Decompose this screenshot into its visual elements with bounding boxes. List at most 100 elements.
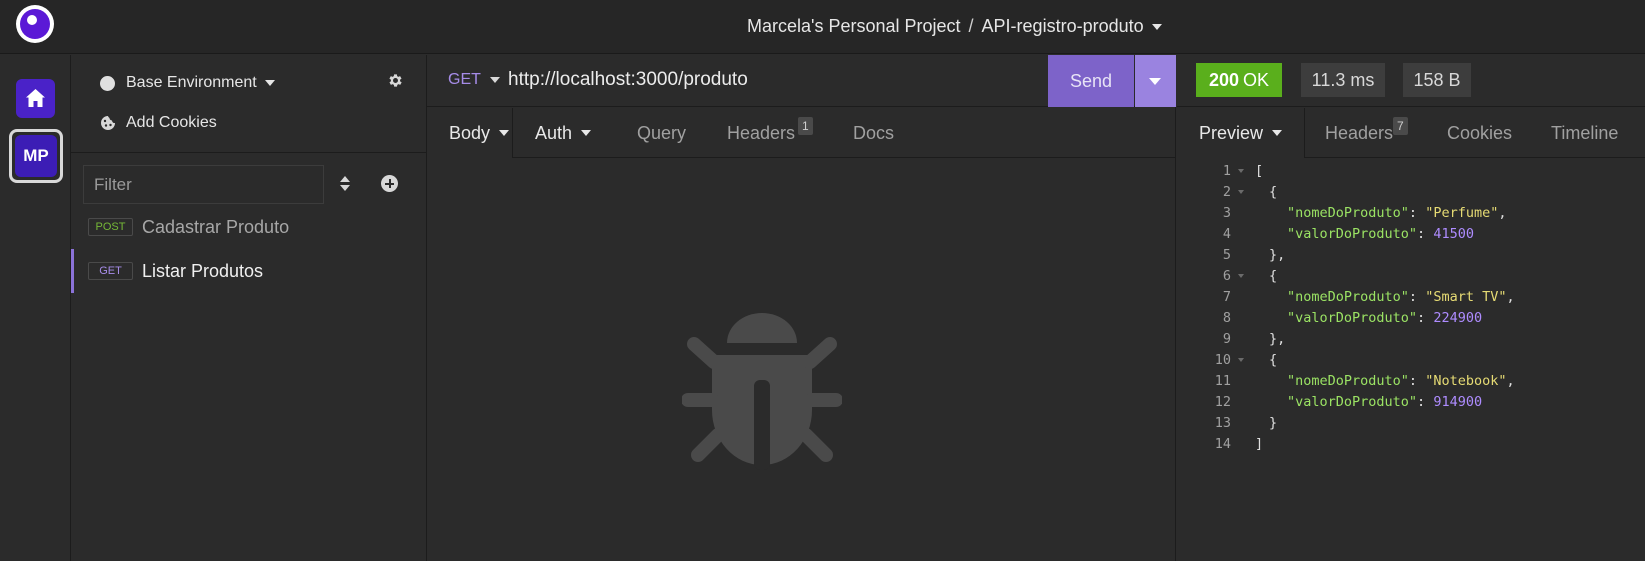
chevron-down-icon[interactable] <box>1151 24 1162 31</box>
plus-circle-icon[interactable] <box>381 175 398 192</box>
code-line: 1[ <box>1177 161 1645 182</box>
tab-label: Query <box>637 122 687 143</box>
tab-query[interactable]: Query <box>637 108 686 158</box>
environment-color-icon <box>100 75 115 91</box>
method-badge: GET <box>88 262 133 280</box>
line-number: 2 <box>1222 184 1231 200</box>
method-badge: POST <box>88 218 133 236</box>
code-line: 11 "nomeDoProduto": "Notebook", <box>1177 371 1645 392</box>
fold-arrow-icon[interactable] <box>1238 190 1244 194</box>
response-pane: 200 OK 11.3 ms 158 B Preview Headers 7 Co… <box>1177 55 1645 561</box>
request-pane: GET http://localhost:3000/produto Send B… <box>427 55 1176 561</box>
line-number: 9 <box>1222 331 1231 347</box>
tab-label: Timeline <box>1551 122 1619 143</box>
json-key: "valorDoProduto" <box>1287 226 1418 242</box>
bug-icon <box>682 313 842 470</box>
tab-label: Headers <box>727 122 796 143</box>
add-cookies-button[interactable]: Add Cookies <box>100 113 217 133</box>
request-name: Listar Produtos <box>142 260 264 281</box>
line-number: 8 <box>1222 310 1231 326</box>
response-body-viewer[interactable]: 1[ 2{ 3 "nomeDoProduto": "Perfume", 4 "val… <box>1177 161 1645 455</box>
workspace-initials: MP <box>15 135 57 177</box>
code-line: 13} <box>1177 413 1645 434</box>
code-line: 14] <box>1177 434 1645 455</box>
method-selector[interactable]: GET <box>448 71 500 89</box>
json-key: "nomeDoProduto" <box>1287 205 1409 221</box>
tab-body[interactable]: Body <box>449 108 510 158</box>
count-badge: 1 <box>798 117 813 135</box>
chevron-down-icon <box>1272 130 1283 136</box>
chevron-down-icon <box>489 77 500 83</box>
code-line: 9}, <box>1177 329 1645 350</box>
workspace-avatar-button[interactable]: MP <box>9 129 63 183</box>
line-number: 1 <box>1222 163 1231 179</box>
tab-preview[interactable]: Preview <box>1199 108 1283 158</box>
tab-auth[interactable]: Auth <box>535 108 592 158</box>
top-bar: Marcela's Personal Project / API-registro-… <box>0 0 1645 54</box>
response-status-bar: 200 OK 11.3 ms 158 B <box>1177 55 1645 107</box>
status-text: OK <box>1243 70 1270 90</box>
fold-arrow-icon[interactable] <box>1238 358 1244 362</box>
home-icon <box>26 89 45 107</box>
code-line: 8 "valorDoProduto": 224900 <box>1177 308 1645 329</box>
tab-cookies[interactable]: Cookies <box>1447 108 1512 158</box>
gear-icon[interactable] <box>387 72 404 89</box>
insomnia-logo-icon[interactable] <box>16 5 54 43</box>
tab-response-headers[interactable]: Headers 7 <box>1325 108 1408 158</box>
tab-label: Preview <box>1199 122 1264 143</box>
request-item-cadastrar-produto[interactable]: POST Cadastrar Produto <box>71 205 427 249</box>
tab-headers[interactable]: Headers 1 <box>727 108 813 158</box>
tab-label: Headers <box>1325 122 1394 143</box>
line-number: 3 <box>1222 205 1231 221</box>
add-cookies-label: Add Cookies <box>126 114 217 131</box>
json-key: "valorDoProduto" <box>1287 394 1418 410</box>
line-number: 6 <box>1222 268 1231 284</box>
fold-arrow-icon[interactable] <box>1238 169 1244 173</box>
send-button[interactable]: Send <box>1048 55 1134 107</box>
json-string: "Smart TV" <box>1425 289 1507 305</box>
collection-name[interactable]: API-registro-produto <box>982 16 1144 36</box>
line-number: 12 <box>1214 394 1231 410</box>
code-line: 4 "valorDoProduto": 41500 <box>1177 224 1645 245</box>
code-line: 12 "valorDoProduto": 914900 <box>1177 392 1645 413</box>
status-badge: 200 OK <box>1196 63 1282 97</box>
breadcrumb: Marcela's Personal Project / API-registro-… <box>747 16 1162 37</box>
tab-timeline[interactable]: Timeline <box>1551 108 1618 158</box>
fold-arrow-icon[interactable] <box>1238 274 1244 278</box>
json-number: 914900 <box>1433 394 1483 410</box>
url-input[interactable]: http://localhost:3000/produto <box>508 69 748 91</box>
method-label: GET <box>448 71 481 88</box>
chevron-down-icon <box>581 130 592 136</box>
json-string: "Perfume" <box>1425 205 1499 221</box>
filter-input[interactable] <box>83 165 324 204</box>
json-key: "nomeDoProduto" <box>1287 373 1409 389</box>
tab-docs[interactable]: Docs <box>853 108 894 158</box>
line-number: 10 <box>1214 352 1231 368</box>
line-number: 4 <box>1222 226 1231 242</box>
environment-selector[interactable]: Base Environment <box>100 73 275 93</box>
code-line: 5}, <box>1177 245 1645 266</box>
json-string: "Notebook" <box>1425 373 1507 389</box>
project-name[interactable]: Marcela's Personal Project <box>747 16 961 36</box>
line-number: 7 <box>1222 289 1231 305</box>
line-number: 5 <box>1222 247 1231 263</box>
count-badge: 7 <box>1393 117 1408 135</box>
response-time-badge: 11.3 ms <box>1301 63 1385 97</box>
request-tabs: Body Auth Query Headers 1 Docs <box>427 108 1176 158</box>
response-size-badge: 158 B <box>1403 63 1471 97</box>
tab-label: Cookies <box>1447 122 1513 143</box>
send-options-button[interactable] <box>1135 55 1176 107</box>
cookie-icon <box>101 116 115 130</box>
request-name: Cadastrar Produto <box>142 216 290 237</box>
response-tabs: Preview Headers 7 Cookies Timeline <box>1177 108 1645 158</box>
line-number: 14 <box>1214 436 1231 452</box>
url-bar: GET http://localhost:3000/produto Send <box>427 55 1176 107</box>
sort-icon[interactable] <box>339 175 351 192</box>
request-item-listar-produtos[interactable]: GET Listar Produtos <box>71 249 427 293</box>
json-number: 41500 <box>1433 226 1474 242</box>
environment-label: Base Environment <box>126 74 257 91</box>
home-button[interactable] <box>16 79 55 118</box>
divider <box>71 152 427 153</box>
line-number: 11 <box>1214 373 1231 389</box>
tab-label: Auth <box>535 122 573 143</box>
